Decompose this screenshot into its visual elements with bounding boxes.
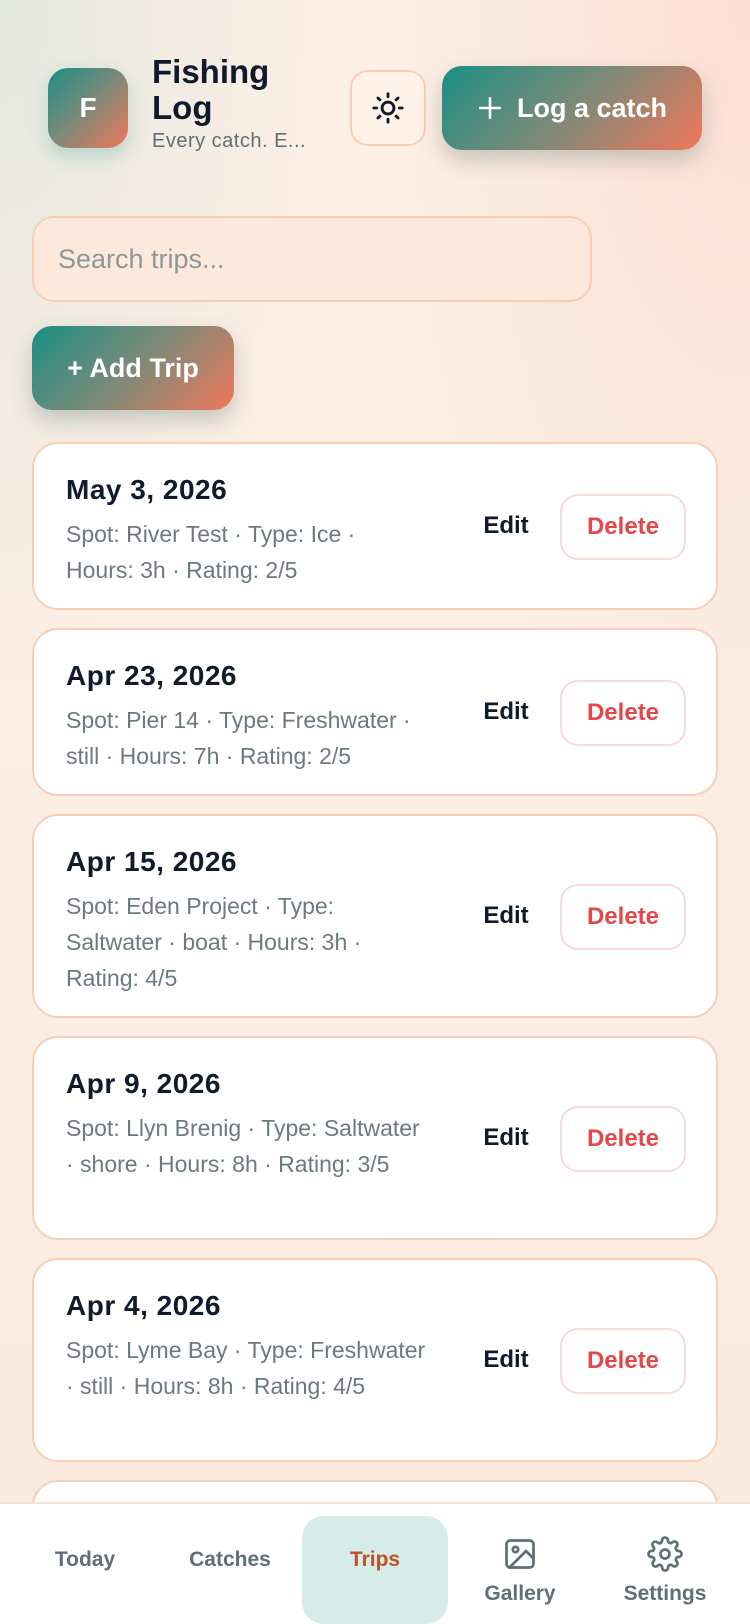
nav-tab-today[interactable]: Today	[12, 1516, 158, 1624]
plus-icon	[478, 96, 502, 120]
gear-icon	[647, 1536, 683, 1572]
trip-date: Apr 4, 2026	[66, 1290, 221, 1321]
add-trip-label: + Add Trip	[67, 352, 199, 383]
trip-details: Spot: Lyme Bay · Type: Freshwater · stil…	[66, 1337, 426, 1399]
edit-trip-button[interactable]: Edit	[464, 894, 548, 938]
bottom-nav: Today Catches Trips Gallery Settings	[0, 1502, 750, 1624]
log-catch-label: Log a catch	[516, 92, 668, 123]
search-trips-input[interactable]	[32, 216, 592, 302]
edit-trip-button[interactable]: Edit	[464, 504, 548, 548]
trip-date: Apr 15, 2026	[66, 846, 237, 877]
app-subtitle: Every catch. E...	[152, 130, 307, 152]
delete-trip-button[interactable]: Delete	[560, 494, 686, 560]
add-trip-button[interactable]: + Add Trip	[32, 326, 234, 410]
trip-details: Spot: River Test · Type: Ice · Hours: 3h…	[66, 521, 356, 583]
trip-card: Apr 23, 2026 Spot: Pier 14 · Type: Fresh…	[32, 628, 718, 796]
delete-trip-button[interactable]: Delete	[560, 680, 686, 746]
nav-label-settings: Settings	[623, 1582, 707, 1605]
edit-trip-button[interactable]: Edit	[464, 1338, 548, 1382]
app-title: Fishing Log	[152, 53, 270, 126]
nav-label-today: Today	[54, 1548, 116, 1571]
nav-label-gallery: Gallery	[484, 1582, 556, 1605]
trip-card: Apr 9, 2026 Spot: Llyn Brenig · Type: Sa…	[32, 1036, 718, 1240]
log-catch-button[interactable]: Log a catch	[442, 66, 702, 150]
trip-date: Apr 9, 2026	[66, 1068, 221, 1099]
nav-tab-catches[interactable]: Catches	[157, 1516, 303, 1624]
delete-trip-button[interactable]: Delete	[560, 1328, 686, 1394]
trip-details: Spot: Eden Project · Type: Saltwater · b…	[66, 893, 362, 991]
app-header: F Fishing Log Every catch. E... Log a ca…	[0, 0, 750, 200]
trip-card: May 3, 2026 Spot: River Test · Type: Ice…	[32, 442, 718, 610]
trip-details: Spot: Llyn Brenig · Type: Saltwater · sh…	[66, 1115, 420, 1177]
nav-tab-gallery[interactable]: Gallery	[447, 1516, 593, 1624]
nav-label-catches: Catches	[189, 1548, 271, 1571]
avatar-letter: F	[79, 92, 97, 123]
nav-label-trips: Trips	[349, 1548, 401, 1571]
theme-toggle-button[interactable]	[350, 70, 426, 146]
edit-trip-button[interactable]: Edit	[464, 690, 548, 734]
trip-details: Spot: Pier 14 · Type: Freshwater · still…	[66, 707, 411, 769]
trip-card: Apr 4, 2026 Spot: Lyme Bay · Type: Fresh…	[32, 1258, 718, 1462]
delete-trip-button[interactable]: Delete	[560, 1106, 686, 1172]
image-icon	[505, 1539, 535, 1569]
sun-icon	[372, 92, 404, 124]
trip-date: Apr 23, 2026	[66, 660, 237, 691]
delete-trip-button[interactable]: Delete	[560, 884, 686, 950]
nav-tab-settings[interactable]: Settings	[592, 1516, 738, 1624]
trip-card: Apr 15, 2026 Spot: Eden Project · Type: …	[32, 814, 718, 1018]
trip-date: May 3, 2026	[66, 474, 228, 505]
edit-trip-button[interactable]: Edit	[464, 1116, 548, 1160]
nav-tab-trips[interactable]: Trips	[302, 1516, 448, 1624]
app-avatar: F	[48, 68, 128, 148]
